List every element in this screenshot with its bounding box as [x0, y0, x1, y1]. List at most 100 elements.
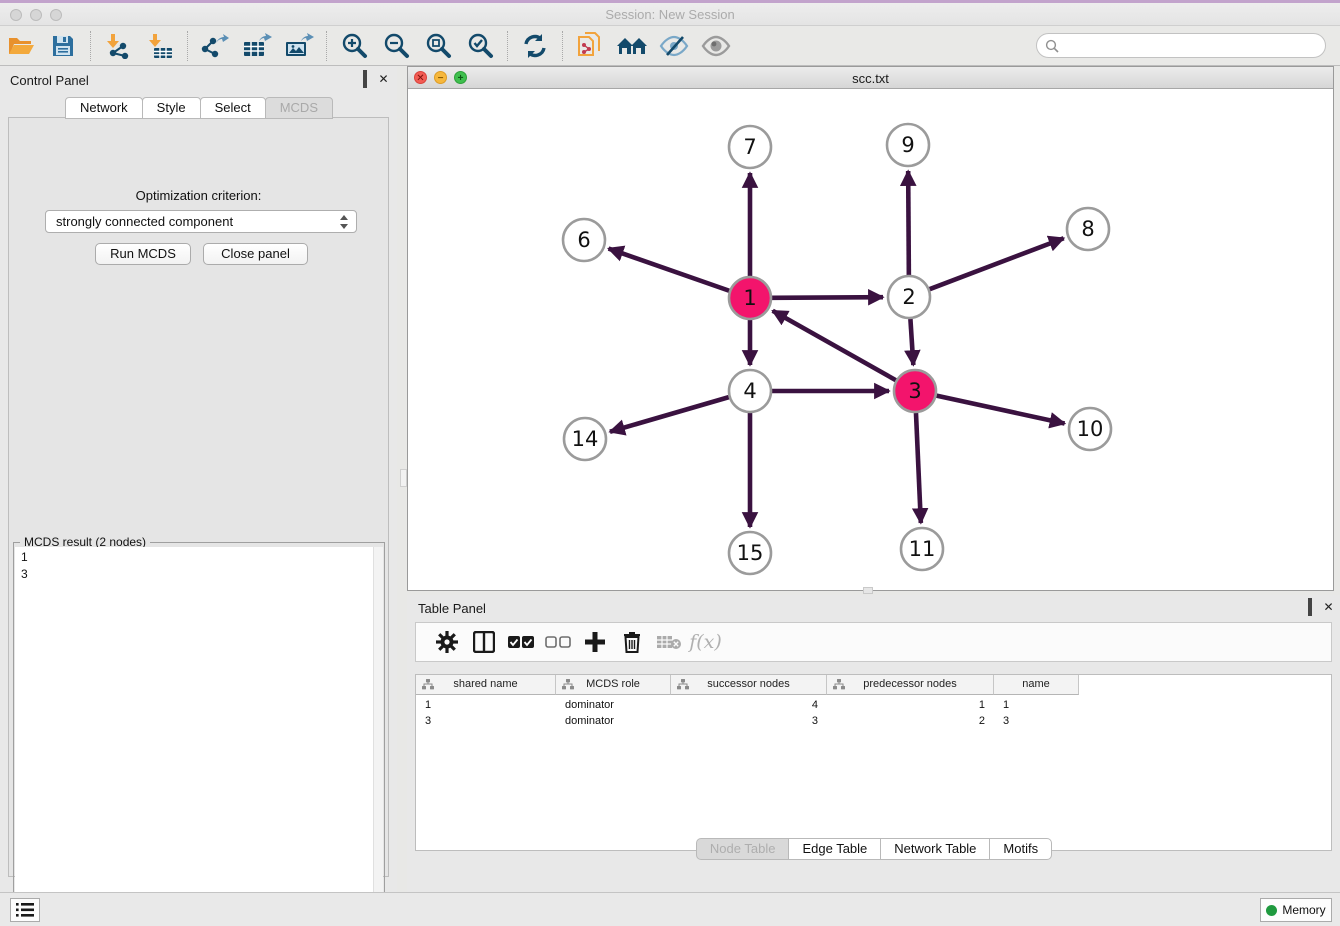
node-label-11: 11 — [909, 537, 936, 561]
edge-3-10[interactable] — [936, 396, 1064, 424]
column-header-shared-name[interactable]: shared name — [416, 675, 556, 695]
import-network-icon[interactable] — [99, 29, 137, 63]
tab-edge-table[interactable]: Edge Table — [788, 838, 881, 860]
memory-button[interactable]: Memory — [1260, 898, 1332, 922]
tab-network[interactable]: Network — [65, 97, 143, 119]
network-graph-canvas[interactable]: 7968124314101511 — [408, 89, 1333, 590]
edge-1-6[interactable] — [609, 249, 730, 291]
control-panel: Control Panel ✕ NetworkStyleSelectMCDS O… — [0, 66, 397, 892]
table-panel: Table Panel ✕ f(x) shared nameMCDS roles… — [407, 595, 1340, 892]
table-cell[interactable]: 3 — [994, 713, 1079, 729]
toolbar-separator — [187, 31, 188, 61]
add-column-icon[interactable] — [576, 626, 613, 658]
control-panel-header: Control Panel ✕ — [0, 66, 397, 94]
mcds-result-text[interactable]: 1 3 — [15, 547, 373, 922]
clone-network-icon[interactable] — [571, 29, 609, 63]
tab-style[interactable]: Style — [142, 97, 201, 119]
close-panel-icon[interactable]: ✕ — [377, 73, 390, 86]
go-home-icon[interactable] — [613, 29, 651, 63]
tab-motifs[interactable]: Motifs — [989, 838, 1052, 860]
zoom-out-icon[interactable] — [377, 29, 415, 63]
node-table: shared nameMCDS rolesuccessor nodesprede… — [415, 674, 1332, 851]
toolbar-separator — [326, 31, 327, 61]
open-session-icon[interactable] — [2, 29, 40, 63]
column-header-successor-nodes[interactable]: successor nodes — [671, 675, 827, 695]
hide-details-icon[interactable] — [655, 29, 693, 63]
table-cell[interactable]: 1 — [416, 697, 556, 713]
node-label-8: 8 — [1081, 217, 1094, 241]
window-title: Session: New Session — [0, 7, 1340, 22]
split-columns-icon[interactable] — [465, 626, 502, 658]
node-label-4: 4 — [743, 379, 756, 403]
zoom-fit-icon[interactable] — [419, 29, 457, 63]
edge-2-9[interactable] — [908, 171, 909, 275]
select-all-checkboxes-icon[interactable] — [502, 626, 539, 658]
edge-4-14[interactable] — [610, 397, 729, 432]
table-toolbar: f(x) — [415, 622, 1332, 662]
import-table-icon[interactable] — [141, 29, 179, 63]
toolbar-separator — [507, 31, 508, 61]
splitter-grip[interactable] — [400, 469, 407, 487]
column-header-predecessor-nodes[interactable]: predecessor nodes — [827, 675, 994, 695]
toolbar-separator — [562, 31, 563, 61]
table-panel-title: Table Panel — [418, 601, 486, 616]
table-cell[interactable]: dominator — [556, 713, 671, 729]
export-image-icon[interactable] — [280, 29, 318, 63]
save-session-icon[interactable] — [44, 29, 82, 63]
show-details-icon[interactable] — [697, 29, 735, 63]
control-panel-tabs: NetworkStyleSelectMCDS — [0, 97, 397, 119]
float-panel-icon[interactable] — [358, 73, 371, 86]
table-row[interactable]: 3dominator323 — [416, 713, 1331, 729]
close-panel-button[interactable]: Close panel — [203, 243, 308, 265]
edge-1-2[interactable] — [772, 297, 883, 298]
node-label-6: 6 — [577, 228, 590, 252]
edge-3-11[interactable] — [916, 413, 921, 523]
node-label-9: 9 — [901, 133, 914, 157]
deselect-all-checkboxes-icon[interactable] — [539, 626, 576, 658]
delete-column-icon[interactable] — [613, 626, 650, 658]
network-window-titlebar[interactable]: ✕ − + scc.txt — [408, 67, 1333, 89]
node-label-10: 10 — [1077, 417, 1104, 441]
table-row[interactable]: 1dominator411 — [416, 697, 1331, 713]
task-history-button[interactable] — [10, 898, 40, 922]
export-network-icon[interactable] — [196, 29, 234, 63]
splitter-grip[interactable] — [863, 587, 873, 594]
refresh-view-icon[interactable] — [516, 29, 554, 63]
edge-2-3[interactable] — [910, 319, 913, 365]
search-icon — [1045, 39, 1059, 53]
table-header-row: shared nameMCDS rolesuccessor nodesprede… — [416, 675, 1079, 695]
mcds-panel: Optimization criterion: strongly connect… — [8, 117, 389, 877]
close-panel-icon[interactable]: ✕ — [1322, 601, 1335, 614]
toolbar-separator — [90, 31, 91, 61]
table-cell[interactable]: 3 — [416, 713, 556, 729]
column-header-MCDS-role[interactable]: MCDS role — [556, 675, 671, 695]
mcds-result-scrollbar[interactable] — [373, 547, 383, 922]
export-table-icon[interactable] — [238, 29, 276, 63]
table-cell[interactable]: 2 — [827, 713, 994, 729]
table-panel-tabs: Node TableEdge TableNetwork TableMotifs — [407, 838, 1340, 860]
run-mcds-button[interactable]: Run MCDS — [95, 243, 191, 265]
zoom-selected-icon[interactable] — [461, 29, 499, 63]
node-label-1: 1 — [743, 286, 756, 310]
zoom-in-icon[interactable] — [335, 29, 373, 63]
tab-mcds[interactable]: MCDS — [265, 97, 333, 119]
search-input[interactable] — [1059, 36, 1325, 56]
tab-network-table[interactable]: Network Table — [880, 838, 990, 860]
tab-node-table[interactable]: Node Table — [696, 838, 790, 860]
tab-select[interactable]: Select — [200, 97, 266, 119]
table-cell[interactable]: 4 — [671, 697, 827, 713]
edge-2-8[interactable] — [930, 238, 1064, 289]
settings-gear-icon[interactable] — [428, 626, 465, 658]
column-header-name[interactable]: name — [994, 675, 1079, 695]
control-panel-title: Control Panel — [10, 73, 89, 88]
table-cell[interactable]: 1 — [994, 697, 1079, 713]
search-box[interactable] — [1036, 33, 1326, 58]
criterion-select[interactable]: strongly connected component — [45, 210, 357, 233]
table-cell[interactable]: 1 — [827, 697, 994, 713]
table-cell[interactable]: dominator — [556, 697, 671, 713]
memory-status-icon — [1266, 905, 1277, 916]
edge-3-1[interactable] — [773, 311, 896, 380]
status-bar: Memory — [0, 892, 1340, 926]
float-panel-icon[interactable] — [1303, 601, 1316, 614]
table-cell[interactable]: 3 — [671, 713, 827, 729]
